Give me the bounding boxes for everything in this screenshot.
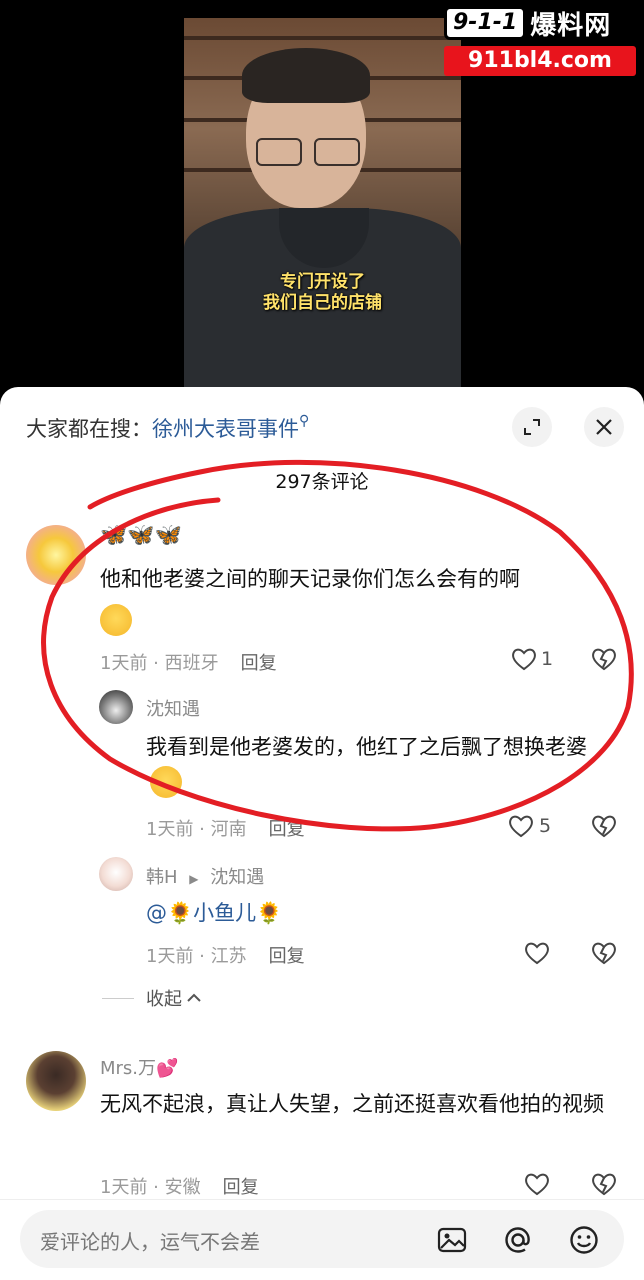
video-subtitle-line1: 专门开设了 — [280, 272, 365, 292]
broken-heart-icon[interactable] — [590, 812, 618, 840]
comment-count: 297条评论 — [275, 471, 369, 493]
emoji-icon[interactable] — [568, 1224, 600, 1256]
heart-icon[interactable] — [510, 645, 538, 673]
comment-username-row: Mrs.万💕 — [100, 1054, 178, 1080]
shelf — [184, 36, 461, 40]
comment-meta: 1天前 · 安徽 回复 — [100, 1173, 259, 1199]
expand-icon — [524, 419, 540, 435]
glasses — [256, 138, 360, 168]
reply-button[interactable]: 回复 — [241, 653, 277, 674]
close-button[interactable] — [584, 407, 624, 447]
comment-username[interactable]: 韩H — [146, 867, 178, 888]
search-icon[interactable]: ⚲ — [299, 413, 309, 429]
chevron-up-icon — [187, 993, 201, 1002]
comment-input-bar: 爱评论的人，运气不会差 — [0, 1199, 644, 1280]
collapse-replies-button[interactable]: 收起 — [102, 985, 202, 1011]
person-hair — [242, 48, 370, 103]
search-prefix: 大家都在搜： — [26, 417, 152, 441]
video-frame[interactable]: 专门开设了 我们自己的店铺 — [184, 18, 461, 388]
avatar[interactable] — [26, 1051, 86, 1111]
mention-link[interactable]: @🌻小鱼儿🌻 — [146, 901, 282, 925]
comment-text: 他和他老婆之间的聊天记录你们怎么会有的啊 — [100, 567, 520, 591]
broken-heart-icon[interactable] — [590, 939, 618, 967]
reply-button[interactable]: 回复 — [269, 946, 305, 967]
broken-heart-icon[interactable] — [590, 645, 618, 673]
comment-meta: 1天前 · 河南 回复 — [146, 815, 305, 841]
watermark-number: 9-1-1 — [444, 6, 527, 40]
watermark-text: 爆料网 — [530, 10, 612, 41]
heart-icon[interactable] — [523, 1170, 551, 1198]
sunflower-icon: 🌻 — [167, 901, 194, 925]
avatar[interactable] — [99, 857, 133, 891]
video-player[interactable]: 专门开设了 我们自己的店铺 9-1-1 爆料网 911bl4.com — [0, 0, 644, 400]
comment-username[interactable]: 沈知遇 — [146, 695, 200, 721]
divider — [102, 997, 134, 999]
grin-sweat-emoji-icon — [150, 766, 182, 798]
comment-sheet: 大家都在搜：徐州大表哥事件⚲ 297条评论 🦋🦋🦋 他和他老婆之间的聊天记录你们… — [0, 387, 644, 1280]
comment-time-location: 1天前 · 江苏 — [146, 946, 247, 967]
hearts-icon: 💕 — [156, 1058, 179, 1079]
comment-username[interactable]: 🦋🦋🦋 — [100, 523, 182, 548]
comment-time-location: 1天前 · 河南 — [146, 819, 247, 840]
avatar[interactable] — [26, 525, 86, 585]
comment-input-placeholder: 爱评论的人，运气不会差 — [40, 1230, 260, 1254]
heart-icon[interactable] — [507, 812, 535, 840]
trending-search: 大家都在搜：徐州大表哥事件⚲ — [26, 413, 309, 443]
reply-button[interactable]: 回复 — [223, 1177, 259, 1198]
collapse-label: 收起 — [146, 989, 182, 1010]
avatar[interactable] — [99, 690, 133, 724]
comment-meta: 1天前 · 江苏 回复 — [146, 942, 305, 968]
pleading-emoji-icon — [100, 604, 132, 636]
reply-button[interactable]: 回复 — [269, 819, 305, 840]
comment-input[interactable]: 爱评论的人，运气不会差 — [20, 1210, 624, 1268]
comment-username-row: 韩H ▶ 沈知遇 — [146, 863, 264, 889]
search-link[interactable]: 徐州大表哥事件 — [152, 417, 299, 441]
reply-arrow-icon: ▶ — [189, 872, 199, 886]
close-icon — [596, 419, 612, 435]
comment-username[interactable]: Mrs.万 — [100, 1058, 156, 1079]
like-count: 5 — [539, 815, 552, 837]
comment-meta: 1天前 · 西班牙 回复 — [100, 649, 277, 675]
reply-to-username[interactable]: 沈知遇 — [210, 867, 264, 888]
comment-time-location: 1天前 · 安徽 — [100, 1177, 201, 1198]
watermark-logo: 9-1-1 爆料网 911bl4.com — [444, 4, 636, 76]
comment-time-location: 1天前 · 西班牙 — [100, 653, 219, 674]
comment-text: @🌻小鱼儿🌻 — [146, 896, 282, 930]
comment-text: 无风不起浪，真让人失望，之前还挺喜欢看他拍的视频 — [100, 1092, 604, 1116]
image-icon[interactable] — [436, 1224, 468, 1256]
video-subtitle-line2: 我们自己的店铺 — [263, 293, 382, 313]
comment-text: 我看到是他老婆发的，他红了之后飘了想换老婆 — [146, 730, 616, 798]
like-count: 1 — [541, 648, 554, 670]
sunflower-icon: 🌻 — [256, 901, 283, 925]
at-icon[interactable] — [502, 1224, 534, 1256]
broken-heart-icon[interactable] — [590, 1170, 618, 1198]
expand-button[interactable] — [512, 407, 552, 447]
heart-icon[interactable] — [523, 939, 551, 967]
watermark-url: 911bl4.com — [444, 46, 636, 76]
